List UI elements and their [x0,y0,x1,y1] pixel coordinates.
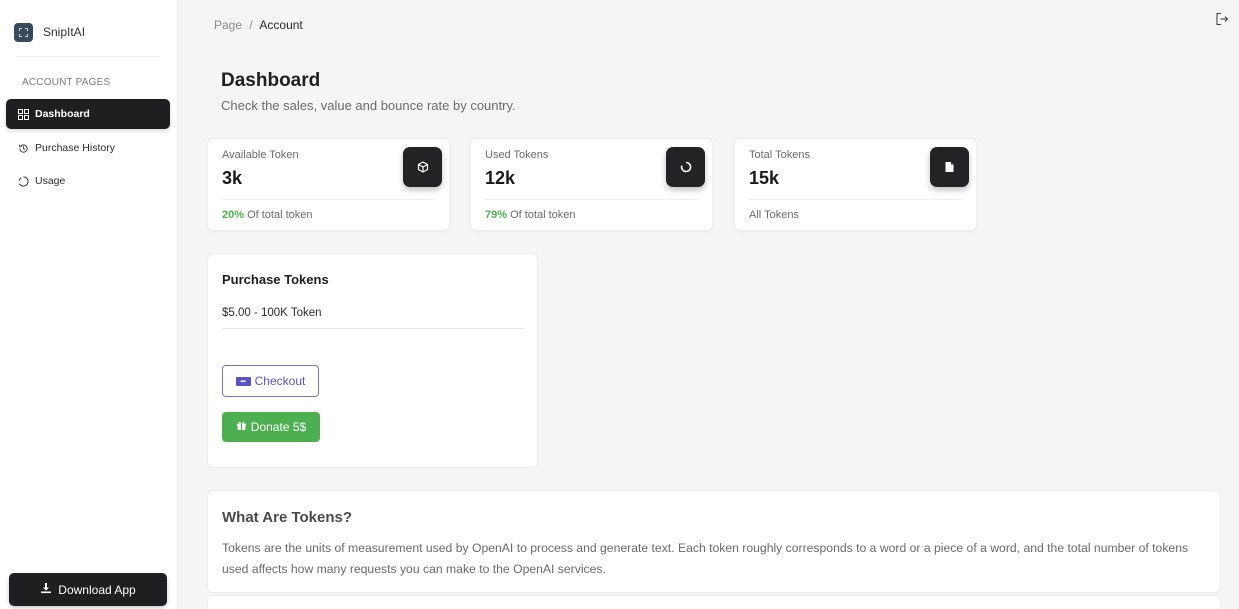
stat-percent: 20% [222,209,245,221]
page-subtitle: Check the sales, value and bounce rate b… [221,98,516,113]
sidebar-item-usage[interactable]: Usage [6,166,170,196]
spinner-icon [666,147,705,187]
donate-label: Donate 5$ [250,420,307,434]
breadcrumb-current: Account [259,18,303,32]
sidebar: SnipItAI ACCOUNT PAGES Dashboard Purchas… [0,0,178,609]
breadcrumb: Page / Account [214,18,303,32]
grid-icon [17,108,29,120]
purchase-divider [222,328,524,329]
history-icon [17,142,29,154]
gift-icon [236,420,247,434]
stat-foot-text: Of total token [244,209,313,221]
stat-card-available-token: Available Token 3k 20% Of total token [207,138,450,231]
download-app-label: Download App [58,582,136,597]
stat-label: Available Token [222,149,299,161]
stat-footer: All Tokens [749,209,799,221]
sidebar-item-label: Purchase History [35,142,115,154]
stat-foot-text: Of total token [507,209,576,221]
stat-card-total-tokens: Total Tokens 15k All Tokens [734,138,977,231]
stat-label: Total Tokens [749,149,810,161]
page-title: Dashboard [221,70,321,91]
info-title: What Are Tokens? [222,509,353,526]
stat-value: 15k [749,168,780,188]
stat-label: Used Tokens [485,149,549,161]
breadcrumb-separator: / [249,18,253,32]
brand-name: SnipItAI [43,25,86,39]
sidebar-section-title: ACCOUNT PAGES [22,77,111,88]
stat-value: 3k [222,168,243,188]
loading-circle-icon [17,175,29,187]
sidebar-item-purchase-history[interactable]: Purchase History [6,133,170,163]
tokens-info-card: What Are Tokens? Tokens are the units of… [207,490,1221,593]
stat-foot-text: All Tokens [749,209,799,221]
stripe-icon: ▬ [235,376,251,386]
info-body: Tokens are the units of measurement used… [222,541,1189,576]
cube-icon [403,147,442,187]
sidebar-item-dashboard[interactable]: Dashboard [6,99,170,129]
next-card [207,595,1221,609]
document-icon [930,147,969,187]
stat-divider [485,199,698,200]
download-app-button[interactable]: Download App [9,573,167,606]
purchase-price: $5.00 - 100K Token [222,307,322,319]
brand[interactable]: SnipItAI [14,20,85,44]
stat-footer: 20% Of total token [222,209,313,221]
logout-icon[interactable] [1215,12,1229,26]
donate-button[interactable]: Donate 5$ [222,412,320,442]
download-icon [40,582,52,597]
stat-percent: 79% [485,209,508,221]
checkout-button[interactable]: ▬ Checkout [222,365,319,397]
sidebar-divider [16,56,160,57]
stat-value: 12k [485,168,516,188]
checkout-label: Checkout [254,374,306,388]
sidebar-item-label: Dashboard [35,108,90,120]
stat-footer: 79% Of total token [485,209,576,221]
stat-divider [749,199,962,200]
sidebar-item-label: Usage [35,175,66,187]
stat-card-used-tokens: Used Tokens 12k 79% Of total token [470,138,713,231]
breadcrumb-root[interactable]: Page [214,18,242,32]
stat-divider [222,199,435,200]
brand-logo-icon [14,22,33,42]
purchase-tokens-card: Purchase Tokens $5.00 - 100K Token ▬ Che… [207,253,538,468]
purchase-title: Purchase Tokens [222,272,329,287]
